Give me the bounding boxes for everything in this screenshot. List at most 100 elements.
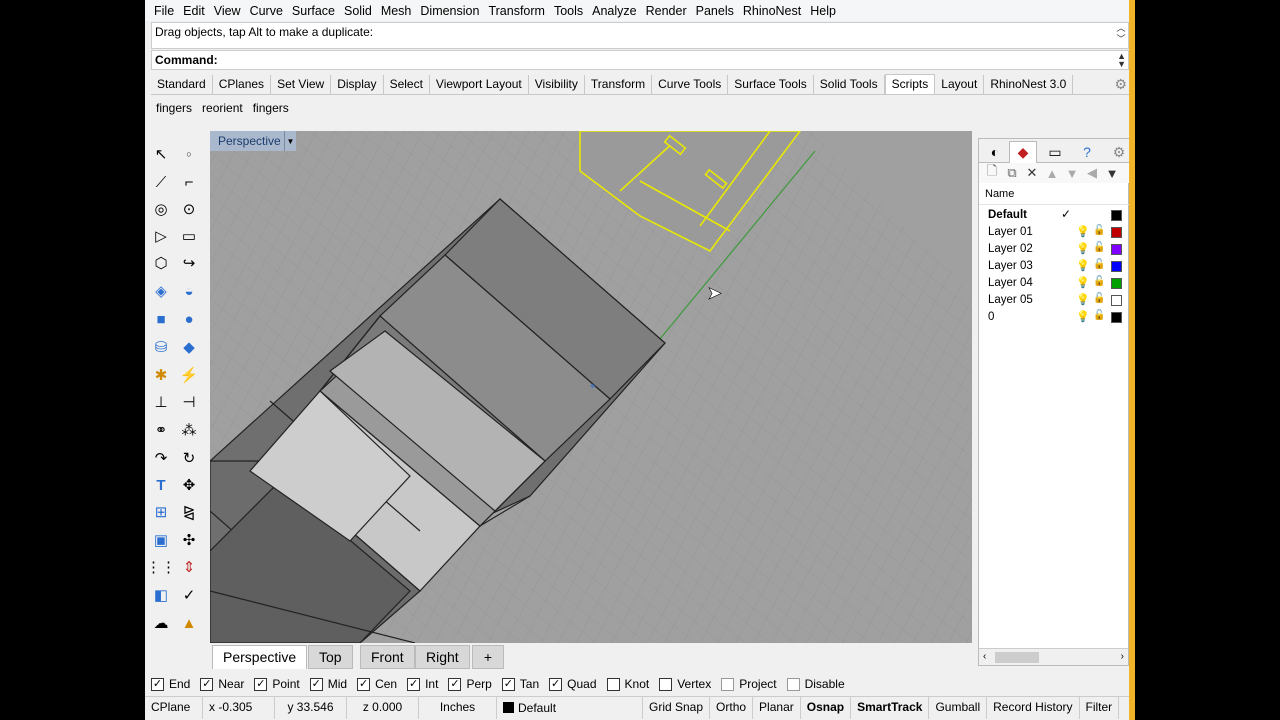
viewport-tab-perspective[interactable]: Perspective — [212, 645, 308, 669]
mirror-icon[interactable]: ⧎ — [177, 500, 201, 524]
script-button-reorient[interactable]: reorient — [197, 101, 248, 115]
layer-column-name[interactable]: Name — [979, 185, 1130, 205]
viewport-title[interactable]: Perspective — [210, 131, 290, 151]
perspective-viewport[interactable]: ⌖ ➤ Perspective ▼ — [210, 131, 972, 643]
osnap-near[interactable]: ✓ Near — [200, 677, 244, 691]
menu-panels[interactable]: Panels — [693, 4, 740, 18]
checkbox-checked-icon[interactable]: ✓ — [501, 677, 515, 691]
layer-color-swatch[interactable] — [1111, 227, 1122, 238]
command-line[interactable]: Command: ▲ ▼ — [151, 50, 1129, 70]
offset-icon[interactable]: ↷ — [149, 446, 173, 470]
explode-icon[interactable]: ✱ — [149, 363, 173, 387]
layer-row-layer-03[interactable]: Layer 03 💡 🔓 — [979, 258, 1130, 275]
trim-icon[interactable]: ⊥ — [149, 390, 173, 414]
menu-view[interactable]: View — [211, 4, 247, 18]
tab-surface-tools[interactable]: Surface Tools — [728, 75, 814, 94]
mesh-plane-icon[interactable]: ◆ — [177, 335, 201, 359]
layer-row-layer-02[interactable]: Layer 02 💡 🔓 — [979, 241, 1130, 258]
menu-render[interactable]: Render — [643, 4, 693, 18]
viewport-tab-front[interactable]: Front — [360, 645, 415, 669]
layer-row-layer-05[interactable]: Layer 05 💡 🔓 — [979, 292, 1130, 309]
surface-corner-points-icon[interactable]: ◈ — [149, 279, 173, 303]
new-sublayer-icon[interactable]: ⧉ — [1003, 165, 1021, 181]
checkbox-checked-icon[interactable]: ✓ — [448, 677, 462, 691]
osnap-int[interactable]: ✓ Int — [407, 677, 438, 691]
visibility-bulb-icon[interactable]: 💡 — [1076, 225, 1090, 238]
boolean-union-icon[interactable]: ⚭ — [149, 418, 173, 442]
checkbox-checked-icon[interactable]: ✓ — [549, 677, 563, 691]
osnap-end[interactable]: ✓ End — [151, 677, 190, 691]
toggle-ortho[interactable]: Ortho — [710, 696, 754, 719]
fillet-curve-icon[interactable]: ↪ — [177, 251, 201, 275]
checkbox-unchecked-icon[interactable] — [786, 677, 800, 691]
visibility-bulb-icon[interactable]: 💡 — [1076, 310, 1090, 323]
menu-mesh[interactable]: Mesh — [378, 4, 418, 18]
checkbox-checked-icon[interactable]: ✓ — [357, 677, 371, 691]
command-spinner-icon[interactable]: ▲ ▼ — [1117, 52, 1126, 69]
toggle-smarttrack[interactable]: SmartTrack — [851, 696, 930, 719]
menu-dimension[interactable]: Dimension — [417, 4, 485, 18]
scale-icon[interactable]: ✣ — [177, 528, 201, 552]
checkbox-unchecked-icon[interactable] — [606, 677, 620, 691]
script-button-fingers[interactable]: fingers — [151, 101, 197, 115]
tab-rhinonest[interactable]: RhinoNest 3.0 — [984, 75, 1074, 94]
checkbox-checked-icon[interactable]: ✓ — [309, 677, 323, 691]
status-units[interactable]: Inches — [419, 696, 497, 719]
tab-scripts[interactable]: Scripts — [884, 74, 936, 94]
layer-row-default[interactable]: Default ✓ — [979, 207, 1130, 224]
menu-solid[interactable]: Solid — [341, 4, 378, 18]
layer-color-swatch[interactable] — [1111, 244, 1122, 255]
add-viewport-tab-icon[interactable]: + — [472, 645, 504, 669]
toggle-grid-snap[interactable]: Grid Snap — [643, 696, 711, 719]
visibility-bulb-icon[interactable]: 💡 — [1076, 276, 1090, 289]
split-icon[interactable]: ⚡ — [177, 363, 201, 387]
filter-icon[interactable]: ▼ — [1103, 166, 1121, 181]
unlock-icon[interactable]: 🔓 — [1093, 242, 1105, 253]
dimension-icon[interactable]: ⇕ — [177, 555, 201, 579]
osnap-point[interactable]: ✓ Point — [254, 677, 300, 691]
render-icon[interactable]: ☁ — [149, 611, 173, 635]
unlock-icon[interactable]: 🔓 — [1093, 293, 1105, 304]
box-icon[interactable]: ■ — [149, 307, 173, 331]
layer-row-layer-01[interactable]: Layer 01 💡 🔓 — [979, 224, 1130, 241]
circle-icon[interactable]: ◎ — [149, 197, 173, 221]
unlock-icon[interactable]: 🔓 — [1093, 259, 1105, 270]
gumball-marker-icon[interactable]: ⌖ — [590, 381, 596, 392]
layers-tab-icon[interactable]: ◆ — [1009, 141, 1037, 163]
move-up-icon[interactable]: ▲ — [1043, 166, 1061, 181]
osnap-mid[interactable]: ✓ Mid — [309, 677, 347, 691]
script-button-fingers-2[interactable]: fingers — [248, 101, 294, 115]
check-icon[interactable]: ✓ — [177, 583, 201, 607]
grid-array-icon[interactable]: ⋮⋮ — [146, 555, 176, 579]
osnap-disable[interactable]: Disable — [786, 677, 845, 691]
rectangle-icon[interactable]: ▭ — [177, 224, 201, 248]
menu-surface[interactable]: Surface — [289, 4, 341, 18]
layer-color-swatch[interactable] — [1111, 210, 1122, 221]
solid-box-icon[interactable]: ▣ — [149, 528, 173, 552]
status-current-layer[interactable]: Default — [497, 696, 643, 719]
visibility-bulb-icon[interactable]: 💡 — [1076, 242, 1090, 255]
menu-curve[interactable]: Curve — [247, 4, 289, 18]
tab-select[interactable]: Select — [383, 75, 430, 94]
visibility-bulb-icon[interactable]: 💡 — [1076, 259, 1090, 272]
menu-analyze[interactable]: Analyze — [589, 4, 642, 18]
sphere-icon[interactable]: ● — [177, 307, 201, 331]
toggle-record-history[interactable]: Record History — [987, 696, 1080, 719]
color-wheel-icon[interactable]: ◐ — [981, 141, 1009, 163]
new-layer-icon[interactable]: 🗋 — [983, 162, 1001, 184]
unlock-icon[interactable]: 🔓 — [1093, 276, 1105, 287]
layer-panel-scrollbar[interactable]: ‹ › — [979, 648, 1128, 665]
osnap-knot[interactable]: Knot — [606, 677, 649, 691]
extrude-curve-icon[interactable]: ◒ — [177, 279, 201, 303]
checkbox-unchecked-icon[interactable] — [659, 677, 673, 691]
fillet-edge-icon[interactable]: ↻ — [177, 446, 201, 470]
scrollbar-thumb[interactable] — [995, 652, 1039, 663]
join-icon[interactable]: ⊣ — [177, 390, 201, 414]
move-down-icon[interactable]: ▼ — [1063, 166, 1081, 181]
checkbox-checked-icon[interactable]: ✓ — [200, 677, 214, 691]
layer-color-swatch[interactable] — [1111, 295, 1122, 306]
osnap-project[interactable]: Project — [721, 677, 777, 691]
scroll-right-icon[interactable]: › — [1121, 651, 1124, 662]
delete-layer-icon[interactable]: ✕ — [1023, 165, 1041, 181]
tab-standard[interactable]: Standard — [151, 75, 213, 94]
